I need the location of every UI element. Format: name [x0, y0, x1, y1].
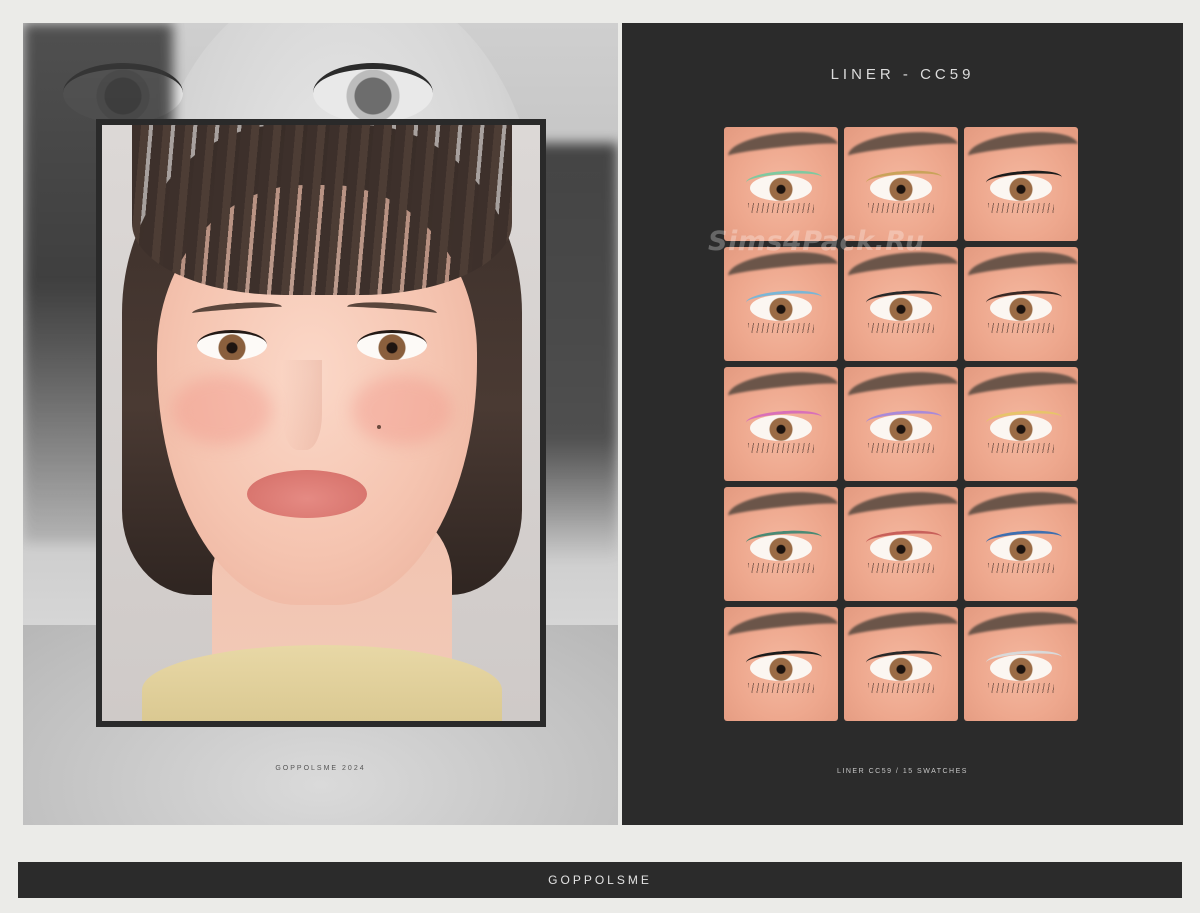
swatch-1[interactable] [724, 127, 838, 241]
swatch-lashes [748, 323, 814, 333]
swatch-brow [726, 367, 838, 413]
swatch-lashes [868, 683, 934, 693]
swatch-brow [846, 367, 958, 413]
swatch-brow [846, 607, 958, 653]
swatch-brow [846, 487, 958, 533]
swatch-brow [726, 487, 838, 533]
swatch-brow [966, 127, 1078, 173]
swatch-lashes [748, 563, 814, 573]
swatch-lashes [748, 203, 814, 213]
swatch-2[interactable] [844, 127, 958, 241]
swatch-4[interactable] [724, 247, 838, 361]
product-title: LINER - CC59 [830, 66, 975, 83]
swatch-8[interactable] [844, 367, 958, 481]
portrait-eye-right [357, 330, 427, 360]
swatch-grid [724, 127, 1078, 721]
footer-brand: GOPPOLSME [548, 873, 652, 887]
swatch-3[interactable] [964, 127, 1078, 241]
footer-bar: GOPPOLSME [18, 862, 1182, 898]
swatch-lashes [988, 443, 1054, 453]
swatch-brow [966, 247, 1078, 293]
swatch-lashes [988, 203, 1054, 213]
portrait-frame [96, 119, 546, 727]
swatch-brow [726, 127, 838, 173]
swatch-lashes [988, 323, 1054, 333]
swatch-lashes [868, 443, 934, 453]
swatch-9[interactable] [964, 367, 1078, 481]
portrait-image [102, 125, 540, 721]
portrait-nose [282, 360, 322, 450]
swatch-7[interactable] [724, 367, 838, 481]
portrait-blush-right [352, 375, 452, 445]
swatch-11[interactable] [844, 487, 958, 601]
swatch-12[interactable] [964, 487, 1078, 601]
preview-panel: GOPPOLSME 2024 [23, 23, 618, 825]
swatch-10[interactable] [724, 487, 838, 601]
swatch-lashes [988, 683, 1054, 693]
swatch-lashes [868, 323, 934, 333]
portrait-bangs [132, 125, 512, 295]
swatch-5[interactable] [844, 247, 958, 361]
swatch-6[interactable] [964, 247, 1078, 361]
portrait-mole [377, 425, 381, 429]
swatch-brow [966, 607, 1078, 653]
swatch-lashes [748, 443, 814, 453]
swatch-15[interactable] [964, 607, 1078, 721]
swatch-panel: LINER - CC59 LINER CC59 / 15 SWATCHES [622, 23, 1183, 825]
portrait-eye-left [197, 330, 267, 360]
swatch-brow [966, 367, 1078, 413]
swatch-caption: LINER CC59 / 15 SWATCHES [837, 768, 968, 775]
background-eye-right [313, 63, 433, 123]
swatch-lashes [868, 563, 934, 573]
swatch-lashes [988, 563, 1054, 573]
left-caption: GOPPOLSME 2024 [275, 765, 366, 772]
portrait-lips [247, 470, 367, 518]
portrait-blush-left [172, 375, 272, 445]
swatch-lashes [868, 203, 934, 213]
swatch-14[interactable] [844, 607, 958, 721]
swatch-brow [846, 127, 958, 173]
swatch-13[interactable] [724, 607, 838, 721]
swatch-brow [726, 247, 838, 293]
swatch-brow [726, 607, 838, 653]
swatch-brow [966, 487, 1078, 533]
swatch-brow [846, 247, 958, 293]
swatch-lashes [748, 683, 814, 693]
